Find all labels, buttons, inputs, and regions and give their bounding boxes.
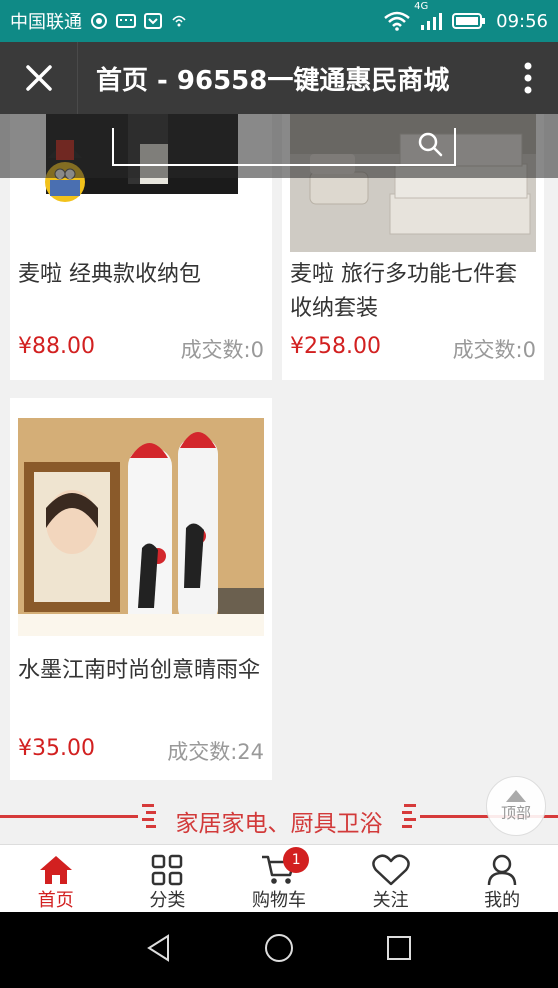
product-sales-count: 成交数:0 — [180, 338, 264, 362]
heart-icon — [371, 853, 410, 886]
back-to-top-label: 顶部 — [500, 803, 531, 822]
system-nav-bar — [0, 912, 558, 988]
product-list: 麦啦 经典款收纳包 ¥88.00 成交数:0 麦啦 旅行多功能七件套收纳套装 ¥… — [0, 114, 558, 844]
tab-profile[interactable]: 我的 — [446, 845, 558, 912]
cart-count-badge: 1 — [283, 847, 310, 873]
product-price: ¥35.00 — [18, 736, 95, 761]
tab-label: 首页 — [37, 890, 74, 911]
back-nav-button[interactable] — [146, 934, 172, 966]
product-image — [18, 418, 264, 636]
search-input[interactable] — [112, 128, 456, 166]
tab-category[interactable]: 分类 — [112, 845, 224, 912]
product-sales-count: 成交数:0 — [452, 338, 536, 362]
clock: 09:56 — [496, 10, 548, 32]
carrier-label: 中国联通 — [10, 12, 82, 33]
more-menu-button[interactable] — [498, 42, 558, 114]
product-price: ¥258.00 — [290, 334, 381, 359]
notification-icon — [90, 12, 108, 30]
tab-label: 分类 — [149, 890, 186, 911]
product-name: 水墨江南时尚创意晴雨伞 — [18, 658, 261, 683]
tab-label: 我的 — [484, 890, 521, 911]
home-circle-icon — [265, 934, 293, 962]
close-icon — [25, 65, 52, 91]
close-button[interactable] — [0, 42, 78, 114]
recents-square-icon — [387, 936, 411, 960]
keyboard-icon — [116, 14, 136, 28]
tab-label: 关注 — [372, 890, 409, 911]
tab-favorites[interactable]: 关注 — [335, 845, 447, 912]
battery-icon — [452, 12, 486, 30]
tab-label: 购物车 — [251, 890, 306, 911]
page-title: 首页 - 96558一键通惠民商城 — [96, 65, 450, 96]
arrow-up-icon — [506, 789, 526, 802]
network-type-label: 4G — [414, 1, 429, 12]
section-title: 家居家电、厨具卫浴 — [175, 811, 383, 837]
more-vertical-icon — [524, 62, 532, 94]
hotspot-icon — [170, 12, 188, 30]
search-icon[interactable] — [416, 130, 444, 162]
product-price: ¥88.00 — [18, 334, 95, 359]
wifi-icon — [384, 11, 410, 31]
back-triangle-icon — [147, 934, 169, 962]
title-bar: 首页 - 96558一键通惠民商城 — [0, 42, 558, 114]
tab-cart[interactable]: 1 购物车 — [223, 845, 335, 912]
back-to-top-button[interactable]: 顶部 — [486, 776, 546, 836]
product-sales-count: 成交数:24 — [167, 740, 264, 764]
signal-icon: 4G — [414, 1, 443, 31]
user-icon — [487, 853, 517, 886]
product-name: 麦啦 经典款收纳包 — [18, 262, 201, 287]
category-icon — [151, 853, 183, 886]
section-header: 家居家电、厨具卫浴 — [0, 800, 558, 840]
product-card[interactable]: 水墨江南时尚创意晴雨伞 ¥35.00 成交数:24 — [10, 398, 272, 780]
recents-nav-button[interactable] — [386, 935, 412, 965]
bottom-tab-bar: 首页 分类 1 购物车 关注 我的 — [0, 844, 558, 912]
search-bar — [0, 114, 558, 178]
tab-home[interactable]: 首页 — [0, 845, 112, 912]
message-icon — [144, 12, 162, 30]
status-bar: 中国联通 4G 09:56 — [0, 0, 558, 42]
home-icon — [39, 853, 73, 886]
product-name: 麦啦 旅行多功能七件套收纳套装 — [290, 262, 517, 321]
home-nav-button[interactable] — [264, 933, 294, 967]
